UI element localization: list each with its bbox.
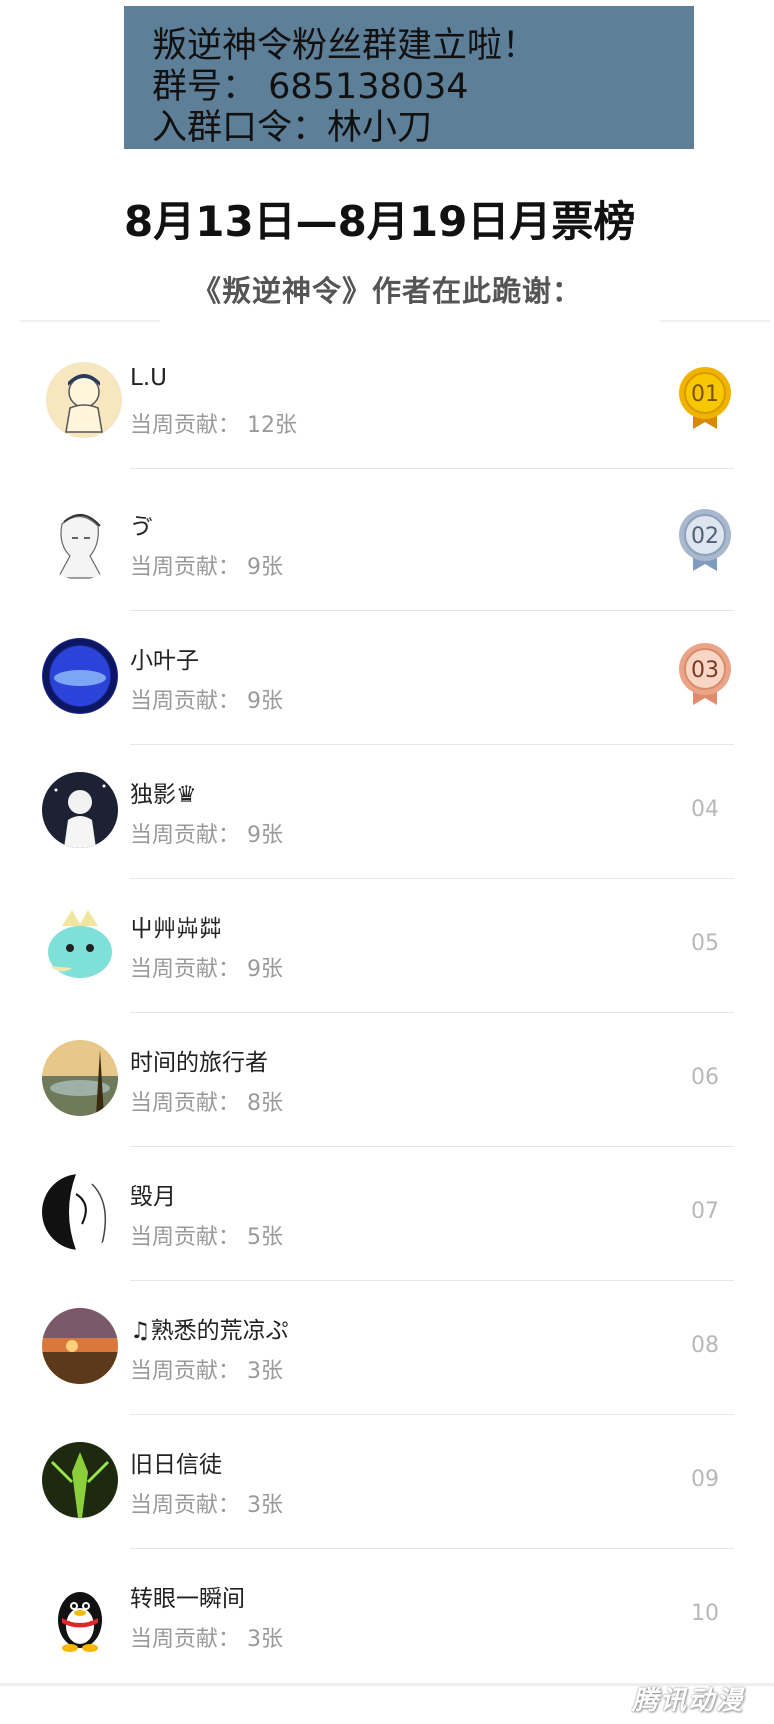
entry-name: 独影♛ — [130, 782, 197, 808]
row-divider — [130, 468, 734, 469]
silver-medal-icon: 02 — [676, 507, 734, 573]
list-item[interactable]: L.U 当周贡献： 12张 01 — [0, 335, 774, 469]
medal-rank-text: 03 — [691, 658, 719, 683]
avatar[interactable] — [42, 1174, 118, 1250]
page-subtitle: 《叛逆神令》作者在此跪谢： — [191, 274, 582, 308]
entry-name: ♫熟悉的荒凉ぷ — [130, 1318, 289, 1344]
medal-rank-text: 01 — [691, 382, 719, 407]
avatar[interactable] — [42, 638, 118, 714]
entry-contribution: 当周贡献： 3张 — [130, 1493, 283, 1518]
entry-name: 小叶子 — [130, 648, 199, 674]
rank-number: 07 — [691, 1199, 719, 1224]
banner-line-2: 群号： 685138034 — [152, 67, 469, 107]
rank-number: 04 — [691, 797, 719, 822]
avatar[interactable] — [42, 906, 118, 982]
gold-medal-icon: 01 — [676, 365, 734, 431]
entry-contribution: 当周贡献： 9张 — [130, 689, 283, 714]
qq-penguin-avatar[interactable] — [42, 1576, 118, 1652]
avatar[interactable] — [42, 1442, 118, 1518]
watermark-logo: 腾讯动漫 — [632, 1686, 745, 1716]
avatar[interactable] — [42, 1308, 118, 1384]
top-edge-right — [660, 320, 770, 322]
banner-line-1: 叛逆神令粉丝群建立啦！ — [152, 26, 538, 66]
list-item[interactable]: 毁月 当周贡献： 5张 07 — [0, 1147, 774, 1281]
entry-name: 转眼一瞬间 — [130, 1586, 245, 1612]
avatar[interactable] — [42, 772, 118, 848]
list-item[interactable]: ♫熟悉的荒凉ぷ 当周贡献： 3张 08 — [0, 1281, 774, 1415]
group-announcement-banner: 叛逆神令粉丝群建立啦！ 群号： 685138034 入群口令：林小刀 — [124, 6, 694, 149]
entry-name: 毁月 — [130, 1184, 176, 1210]
entry-name: 屮艸芔茻 — [130, 916, 222, 942]
list-item[interactable]: 屮艸芔茻 当周贡献： 9张 05 — [0, 879, 774, 1013]
entry-contribution: 当周贡献： 12张 — [130, 413, 297, 438]
rank-number: 09 — [691, 1467, 719, 1492]
entry-name: ゔ — [130, 514, 153, 540]
rank-number: 08 — [691, 1333, 719, 1358]
rank-number: 05 — [691, 931, 719, 956]
avatar[interactable] — [42, 504, 118, 580]
entry-name: L.U — [130, 365, 167, 391]
list-item[interactable]: 独影♛ 当周贡献： 9张 04 — [0, 745, 774, 879]
entry-contribution: 当周贡献： 9张 — [130, 555, 283, 580]
rank-number: 10 — [691, 1601, 719, 1626]
entry-contribution: 当周贡献： 3张 — [130, 1627, 283, 1652]
top-edge-left — [20, 320, 160, 322]
avatar[interactable] — [42, 1040, 118, 1116]
medal-rank-text: 02 — [691, 524, 719, 549]
avatar[interactable] — [46, 362, 122, 438]
entry-name: 时间的旅行者 — [130, 1050, 268, 1076]
page-title: 8月13日—8月19日月票榜 — [124, 197, 636, 246]
entry-contribution: 当周贡献： 9张 — [130, 823, 283, 848]
list-item[interactable]: 旧日信徒 当周贡献： 3张 09 — [0, 1415, 774, 1549]
banner-line-3: 入群口令：林小刀 — [152, 108, 433, 148]
entry-name: 旧日信徒 — [130, 1452, 222, 1478]
entry-contribution: 当周贡献： 8张 — [130, 1091, 283, 1116]
entry-contribution: 当周贡献： 9张 — [130, 957, 283, 982]
list-item[interactable]: 小叶子 当周贡献： 9张 03 — [0, 611, 774, 745]
bronze-medal-icon: 03 — [676, 641, 734, 707]
list-item[interactable]: 转眼一瞬间 当周贡献： 3张 10 — [0, 1549, 774, 1683]
rank-number: 06 — [691, 1065, 719, 1090]
entry-contribution: 当周贡献： 5张 — [130, 1225, 283, 1250]
entry-contribution: 当周贡献： 3张 — [130, 1359, 283, 1384]
list-item[interactable]: ゔ 当周贡献： 9张 02 — [0, 477, 774, 611]
list-item[interactable]: 时间的旅行者 当周贡献： 8张 06 — [0, 1013, 774, 1147]
